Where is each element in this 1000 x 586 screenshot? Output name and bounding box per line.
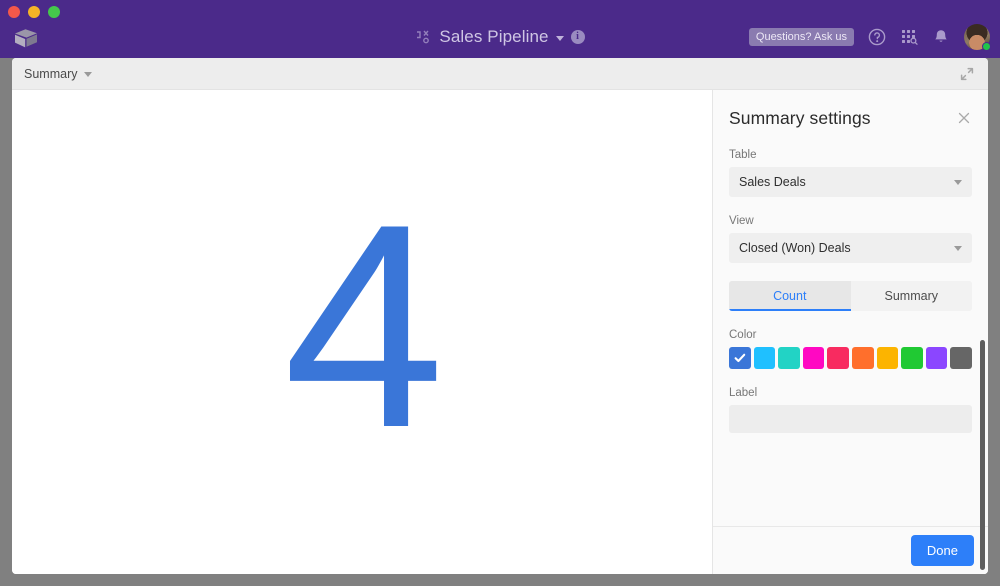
chevron-down-icon — [84, 72, 93, 77]
chevron-down-icon — [954, 179, 962, 185]
view-select-value: Closed (Won) Deals — [739, 241, 851, 255]
panel-scrollbar-thumb[interactable] — [980, 340, 985, 570]
summary-canvas: 4 — [12, 90, 712, 574]
color-swatch-list — [729, 347, 972, 369]
chevron-down-icon[interactable] — [555, 35, 564, 41]
window-maximize-button[interactable] — [48, 6, 60, 18]
color-swatch-gray[interactable] — [950, 347, 972, 369]
notification-bell-icon[interactable] — [932, 28, 950, 46]
mode-tabs: Count Summary — [729, 281, 972, 311]
settings-scroll-area: Summary settings Table Sales Deals View — [713, 90, 988, 526]
color-swatch-teal[interactable] — [778, 347, 800, 369]
apps-grid-search-icon[interactable] — [900, 28, 918, 46]
view-field-label: View — [729, 215, 754, 227]
desktop-background: Sales Pipeline i Questions? Ask us Summa… — [0, 0, 1000, 586]
color-swatch-cyan[interactable] — [753, 347, 776, 369]
window-close-button[interactable] — [8, 6, 20, 18]
tab-count[interactable]: Count — [729, 281, 851, 311]
color-swatch-green[interactable] — [901, 347, 923, 369]
label-field-label: Label — [729, 387, 758, 399]
base-glyph-icon — [417, 30, 430, 43]
color-swatch-purple[interactable] — [925, 347, 948, 369]
chevron-down-icon — [954, 245, 962, 251]
app-card: Summary 4 Summary settings Table Sales D… — [12, 58, 988, 574]
color-swatch-blue[interactable] — [729, 347, 751, 369]
help-circle-icon[interactable] — [868, 28, 886, 46]
ask-us-button[interactable]: Questions? Ask us — [748, 28, 854, 46]
color-field-label: Color — [729, 329, 757, 341]
color-swatch-amber[interactable] — [876, 347, 899, 369]
table-select-value: Sales Deals — [739, 175, 806, 189]
color-swatch-magenta[interactable] — [802, 347, 825, 369]
color-swatch-red[interactable] — [827, 347, 849, 369]
view-toolbar: Summary — [12, 58, 988, 90]
view-select[interactable]: Closed (Won) Deals — [729, 233, 972, 263]
summary-count-value: 4 — [283, 164, 444, 488]
window-minimize-button[interactable] — [28, 6, 40, 18]
close-icon[interactable] — [956, 110, 972, 126]
base-title[interactable]: Sales Pipeline — [439, 27, 548, 47]
app-header: Sales Pipeline i Questions? Ask us — [0, 0, 1000, 58]
table-select[interactable]: Sales Deals — [729, 167, 972, 197]
online-status-dot — [982, 42, 991, 51]
settings-header: Summary settings — [729, 108, 972, 129]
settings-footer: Done — [713, 526, 988, 574]
info-icon[interactable]: i — [570, 30, 585, 44]
done-button[interactable]: Done — [910, 535, 974, 566]
header-actions: Questions? Ask us — [748, 24, 991, 51]
view-switcher-label: Summary — [24, 66, 78, 81]
panel-title: Summary settings — [729, 108, 871, 128]
label-input[interactable] — [729, 405, 972, 433]
table-field-label: Table — [729, 149, 757, 161]
view-switcher[interactable]: Summary — [24, 66, 93, 81]
window-traffic-lights[interactable] — [8, 6, 60, 18]
airtable-cube-logo[interactable] — [14, 28, 38, 50]
check-icon — [734, 353, 746, 363]
card-body: 4 Summary settings Table Sales Deals Vie… — [12, 90, 988, 574]
tab-summary[interactable]: Summary — [850, 281, 972, 311]
summary-settings-panel: Summary settings Table Sales Deals View — [712, 90, 988, 574]
expand-fullscreen-icon[interactable] — [960, 67, 974, 81]
user-avatar[interactable] — [964, 24, 991, 51]
color-swatch-orange[interactable] — [851, 347, 874, 369]
panel-scrollbar[interactable] — [980, 340, 985, 570]
